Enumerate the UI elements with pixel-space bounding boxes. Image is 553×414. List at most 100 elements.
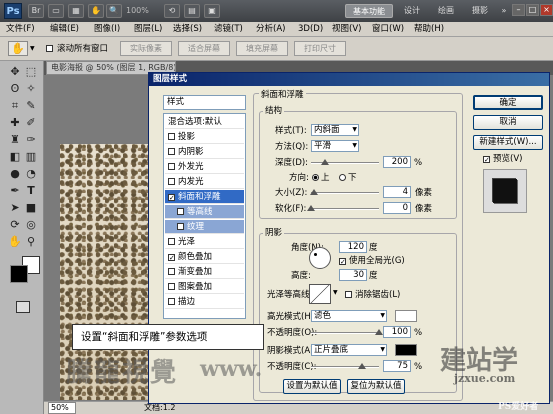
hand-tool-icon[interactable]: ✋: [88, 4, 104, 18]
style-item-inner-shadow[interactable]: 内阴影: [165, 145, 244, 159]
shadow-opacity-input[interactable]: 75: [383, 360, 411, 372]
lasso-tool-icon[interactable]: ʘ: [8, 82, 22, 96]
print-size-button[interactable]: 打印尺寸: [294, 41, 346, 56]
direction-down-radio[interactable]: 下: [339, 172, 357, 184]
minimize-button[interactable]: –: [512, 4, 525, 16]
make-default-button[interactable]: 设置为默认值: [283, 379, 341, 394]
contour-checkbox[interactable]: [177, 208, 184, 215]
screen-mode-icon[interactable]: ▣: [204, 4, 220, 18]
menu-help[interactable]: 帮助(H): [414, 23, 444, 36]
actual-pixels-button[interactable]: 实际像素: [120, 41, 172, 56]
global-light-checkbox[interactable]: ✓: [339, 258, 346, 266]
shadow-opacity-slider[interactable]: [311, 363, 379, 369]
style-dropdown[interactable]: 内斜面: [311, 124, 359, 136]
foreground-color-swatch[interactable]: [10, 265, 28, 283]
anti-alias-option[interactable]: 消除锯齿(L): [345, 289, 400, 301]
menu-file[interactable]: 文件(F): [6, 23, 35, 36]
menu-filter[interactable]: 滤镜(T): [214, 23, 243, 36]
guides-icon[interactable]: ▦: [68, 4, 84, 18]
direction-down-radio-button[interactable]: [339, 174, 346, 181]
workspace-painting[interactable]: 绘画: [432, 4, 460, 18]
size-input[interactable]: 4: [383, 186, 411, 198]
highlight-mode-dropdown[interactable]: 滤色: [311, 310, 387, 322]
fill-screen-button[interactable]: 填充屏幕: [236, 41, 288, 56]
soften-slider-knob[interactable]: [307, 205, 315, 211]
soften-slider[interactable]: [307, 205, 379, 211]
ok-button[interactable]: 确定: [473, 95, 543, 110]
arrange-documents-icon[interactable]: ▤: [184, 4, 200, 18]
highlight-color-swatch[interactable]: [395, 310, 417, 322]
menu-layer[interactable]: 图层(L): [134, 23, 162, 36]
zoom-tool-icon[interactable]: 🔍: [106, 4, 122, 18]
dodge-tool-icon[interactable]: ◔: [24, 167, 38, 181]
menu-view[interactable]: 视图(V): [332, 23, 361, 36]
direction-up-radio[interactable]: 上: [312, 172, 330, 184]
highlight-opacity-slider[interactable]: [311, 329, 383, 335]
style-item-satin[interactable]: 光泽: [165, 235, 244, 249]
rotate-view-icon[interactable]: ⟲: [164, 4, 180, 18]
3d-rotate-icon[interactable]: ⟳: [8, 218, 22, 232]
method-dropdown[interactable]: 平滑: [311, 140, 359, 152]
style-item-color-overlay[interactable]: ✓ 颜色叠加: [165, 250, 244, 264]
highlight-opacity-input[interactable]: 100: [383, 326, 411, 338]
quick-mask-icon[interactable]: [16, 301, 30, 313]
color-overlay-checkbox[interactable]: ✓: [168, 254, 175, 262]
preset-dropdown-icon[interactable]: ▼: [30, 41, 38, 56]
path-selection-icon[interactable]: ➤: [8, 201, 22, 215]
scroll-all-checkbox[interactable]: [46, 45, 53, 52]
healing-brush-icon[interactable]: ✚: [8, 116, 22, 130]
status-zoom[interactable]: 50%: [48, 402, 76, 414]
inner-glow-checkbox[interactable]: [168, 178, 175, 185]
style-item-bevel-emboss[interactable]: ✓ 斜面和浮雕: [165, 190, 244, 204]
clone-stamp-icon[interactable]: ♜: [8, 133, 22, 147]
gloss-contour-picker[interactable]: [309, 284, 331, 304]
blur-tool-icon[interactable]: ●: [8, 167, 22, 181]
blend-options-item[interactable]: 混合选项:默认: [165, 115, 244, 129]
stroke-checkbox[interactable]: [168, 298, 175, 305]
pen-tool-icon[interactable]: ✒: [8, 184, 22, 198]
menu-3d[interactable]: 3D(D): [298, 23, 323, 36]
size-slider-knob[interactable]: [310, 189, 319, 195]
maximize-button[interactable]: □: [526, 4, 539, 16]
outer-glow-checkbox[interactable]: [168, 163, 175, 170]
reset-default-button[interactable]: 复位为默认值: [347, 379, 405, 394]
contour-dropdown-icon[interactable]: ▼: [333, 289, 338, 296]
gradient-tool-icon[interactable]: ▥: [24, 150, 38, 164]
fit-screen-button[interactable]: 适合屏幕: [178, 41, 230, 56]
zoom-tool-icon-box[interactable]: ⚲: [24, 235, 38, 249]
anti-alias-checkbox[interactable]: [345, 291, 352, 298]
move-tool-icon[interactable]: ✥: [8, 65, 22, 79]
crop-tool-icon[interactable]: ⌗: [8, 99, 22, 113]
drop-shadow-checkbox[interactable]: [168, 133, 175, 140]
pattern-overlay-checkbox[interactable]: [168, 283, 175, 290]
depth-slider[interactable]: [311, 159, 379, 165]
styles-header[interactable]: 样式: [163, 95, 246, 110]
brush-tool-icon[interactable]: ✐: [24, 116, 38, 130]
style-item-pattern-overlay[interactable]: 图案叠加: [165, 280, 244, 294]
depth-slider-knob[interactable]: [320, 159, 329, 165]
type-tool-icon[interactable]: T: [24, 184, 38, 198]
menu-edit[interactable]: 编辑(E): [50, 23, 79, 36]
workspace-basic[interactable]: 基本功能: [345, 4, 393, 18]
shadow-mode-dropdown[interactable]: 正片叠底: [311, 344, 387, 356]
menu-window[interactable]: 窗口(W): [372, 23, 404, 36]
workspace-photography[interactable]: 摄影: [466, 4, 494, 18]
eyedropper-icon[interactable]: ✎: [24, 99, 38, 113]
shape-tool-icon[interactable]: ■: [24, 201, 38, 215]
style-item-drop-shadow[interactable]: 投影: [165, 130, 244, 144]
style-item-texture[interactable]: 纹理: [165, 220, 244, 234]
preview-option[interactable]: ✓ 预览(V): [483, 153, 522, 165]
hand-tool-preset-icon[interactable]: ✋: [8, 41, 28, 56]
style-item-inner-glow[interactable]: 内发光: [165, 175, 244, 189]
global-light-option[interactable]: ✓ 使用全局光(G): [339, 255, 405, 267]
depth-input[interactable]: 200: [383, 156, 411, 168]
direction-up-radio-button[interactable]: [312, 174, 319, 181]
marquee-tool-icon[interactable]: ⬚: [24, 65, 38, 79]
workspace-design[interactable]: 设计: [398, 4, 426, 18]
menu-image[interactable]: 图像(I): [94, 23, 120, 36]
3d-orbit-icon[interactable]: ◎: [24, 218, 38, 232]
preview-checkbox[interactable]: ✓: [483, 156, 490, 164]
eraser-tool-icon[interactable]: ◧: [8, 150, 22, 164]
mini-bridge-icon[interactable]: ▭: [48, 4, 64, 18]
soften-input[interactable]: 0: [383, 202, 411, 214]
